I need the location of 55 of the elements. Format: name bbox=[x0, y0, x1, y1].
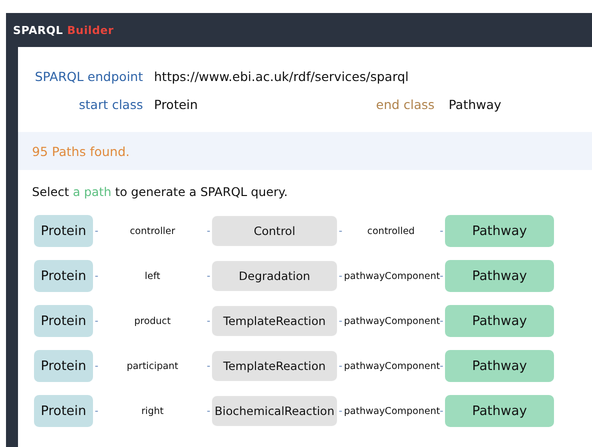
end-class-node[interactable]: Pathway bbox=[445, 215, 554, 247]
endpoint-url: https://www.ebi.ac.uk/rdf/services/sparql bbox=[154, 69, 410, 84]
connector-dash: - bbox=[94, 406, 100, 416]
connector-dash: - bbox=[206, 360, 212, 372]
connector-dash: - bbox=[338, 270, 344, 282]
connector-dash: - bbox=[338, 406, 344, 416]
end-class-value: Pathway bbox=[448, 97, 502, 112]
connector-dash: - bbox=[206, 316, 212, 326]
link-label: pathwayComponent bbox=[344, 316, 438, 326]
link-label: controller bbox=[128, 226, 176, 236]
intermediate-class-node[interactable]: Control bbox=[212, 216, 337, 246]
end-class-node[interactable]: Pathway bbox=[445, 395, 554, 427]
connector-dash: - bbox=[206, 226, 212, 236]
intermediate-class-node[interactable]: BiochemicalReaction bbox=[212, 396, 337, 426]
app-title: SPARQL bbox=[13, 24, 64, 36]
connector-dash: - bbox=[94, 226, 100, 236]
intermediate-class-node[interactable]: TemplateReaction bbox=[212, 351, 337, 381]
connector-dash: - bbox=[206, 270, 212, 282]
link-label: participant bbox=[126, 360, 180, 372]
connector-dash: - bbox=[338, 226, 344, 236]
link-label: controlled bbox=[366, 226, 416, 236]
start-class-label: start class bbox=[78, 97, 144, 112]
link-label: pathwayComponent bbox=[344, 270, 438, 282]
end-class-node[interactable]: Pathway bbox=[445, 260, 554, 292]
connector-dash: - bbox=[438, 226, 444, 236]
connector-dash: - bbox=[94, 316, 100, 326]
end-class-node[interactable]: Pathway bbox=[445, 305, 554, 337]
link-label: pathwayComponent bbox=[344, 360, 438, 372]
connector-dash: - bbox=[338, 360, 344, 372]
start-class-node[interactable]: Protein bbox=[34, 260, 93, 292]
app-title-suffix: Builder bbox=[67, 24, 114, 36]
link-label: pathwayComponent bbox=[344, 406, 438, 416]
instruction-text: Select a path to generate a SPARQL query. bbox=[31, 184, 289, 199]
start-class-node[interactable]: Protein bbox=[34, 215, 93, 247]
start-class-node[interactable]: Protein bbox=[34, 350, 93, 382]
endpoint-label: SPARQL endpoint bbox=[34, 69, 144, 84]
end-class-node[interactable]: Pathway bbox=[445, 350, 554, 382]
start-class-value: Protein bbox=[154, 97, 199, 112]
end-class-label: end class bbox=[376, 97, 436, 112]
intermediate-class-node[interactable]: Degradation bbox=[212, 261, 337, 291]
connector-dash: - bbox=[440, 406, 444, 416]
link-label: left bbox=[144, 270, 162, 282]
connector-dash: - bbox=[94, 360, 100, 372]
status-message: 95 Paths found. bbox=[18, 132, 592, 170]
intermediate-class-node[interactable]: TemplateReaction bbox=[212, 306, 337, 336]
connector-dash: - bbox=[440, 316, 444, 326]
connector-dash: - bbox=[206, 406, 212, 416]
link-label: right bbox=[140, 406, 165, 416]
connector-dash: - bbox=[440, 360, 444, 372]
connector-dash: - bbox=[338, 316, 344, 326]
start-class-node[interactable]: Protein bbox=[34, 395, 93, 427]
start-class-node[interactable]: Protein bbox=[34, 305, 93, 337]
connector-dash: - bbox=[94, 270, 100, 282]
link-label: product bbox=[133, 316, 172, 326]
connector-dash: - bbox=[440, 270, 444, 282]
